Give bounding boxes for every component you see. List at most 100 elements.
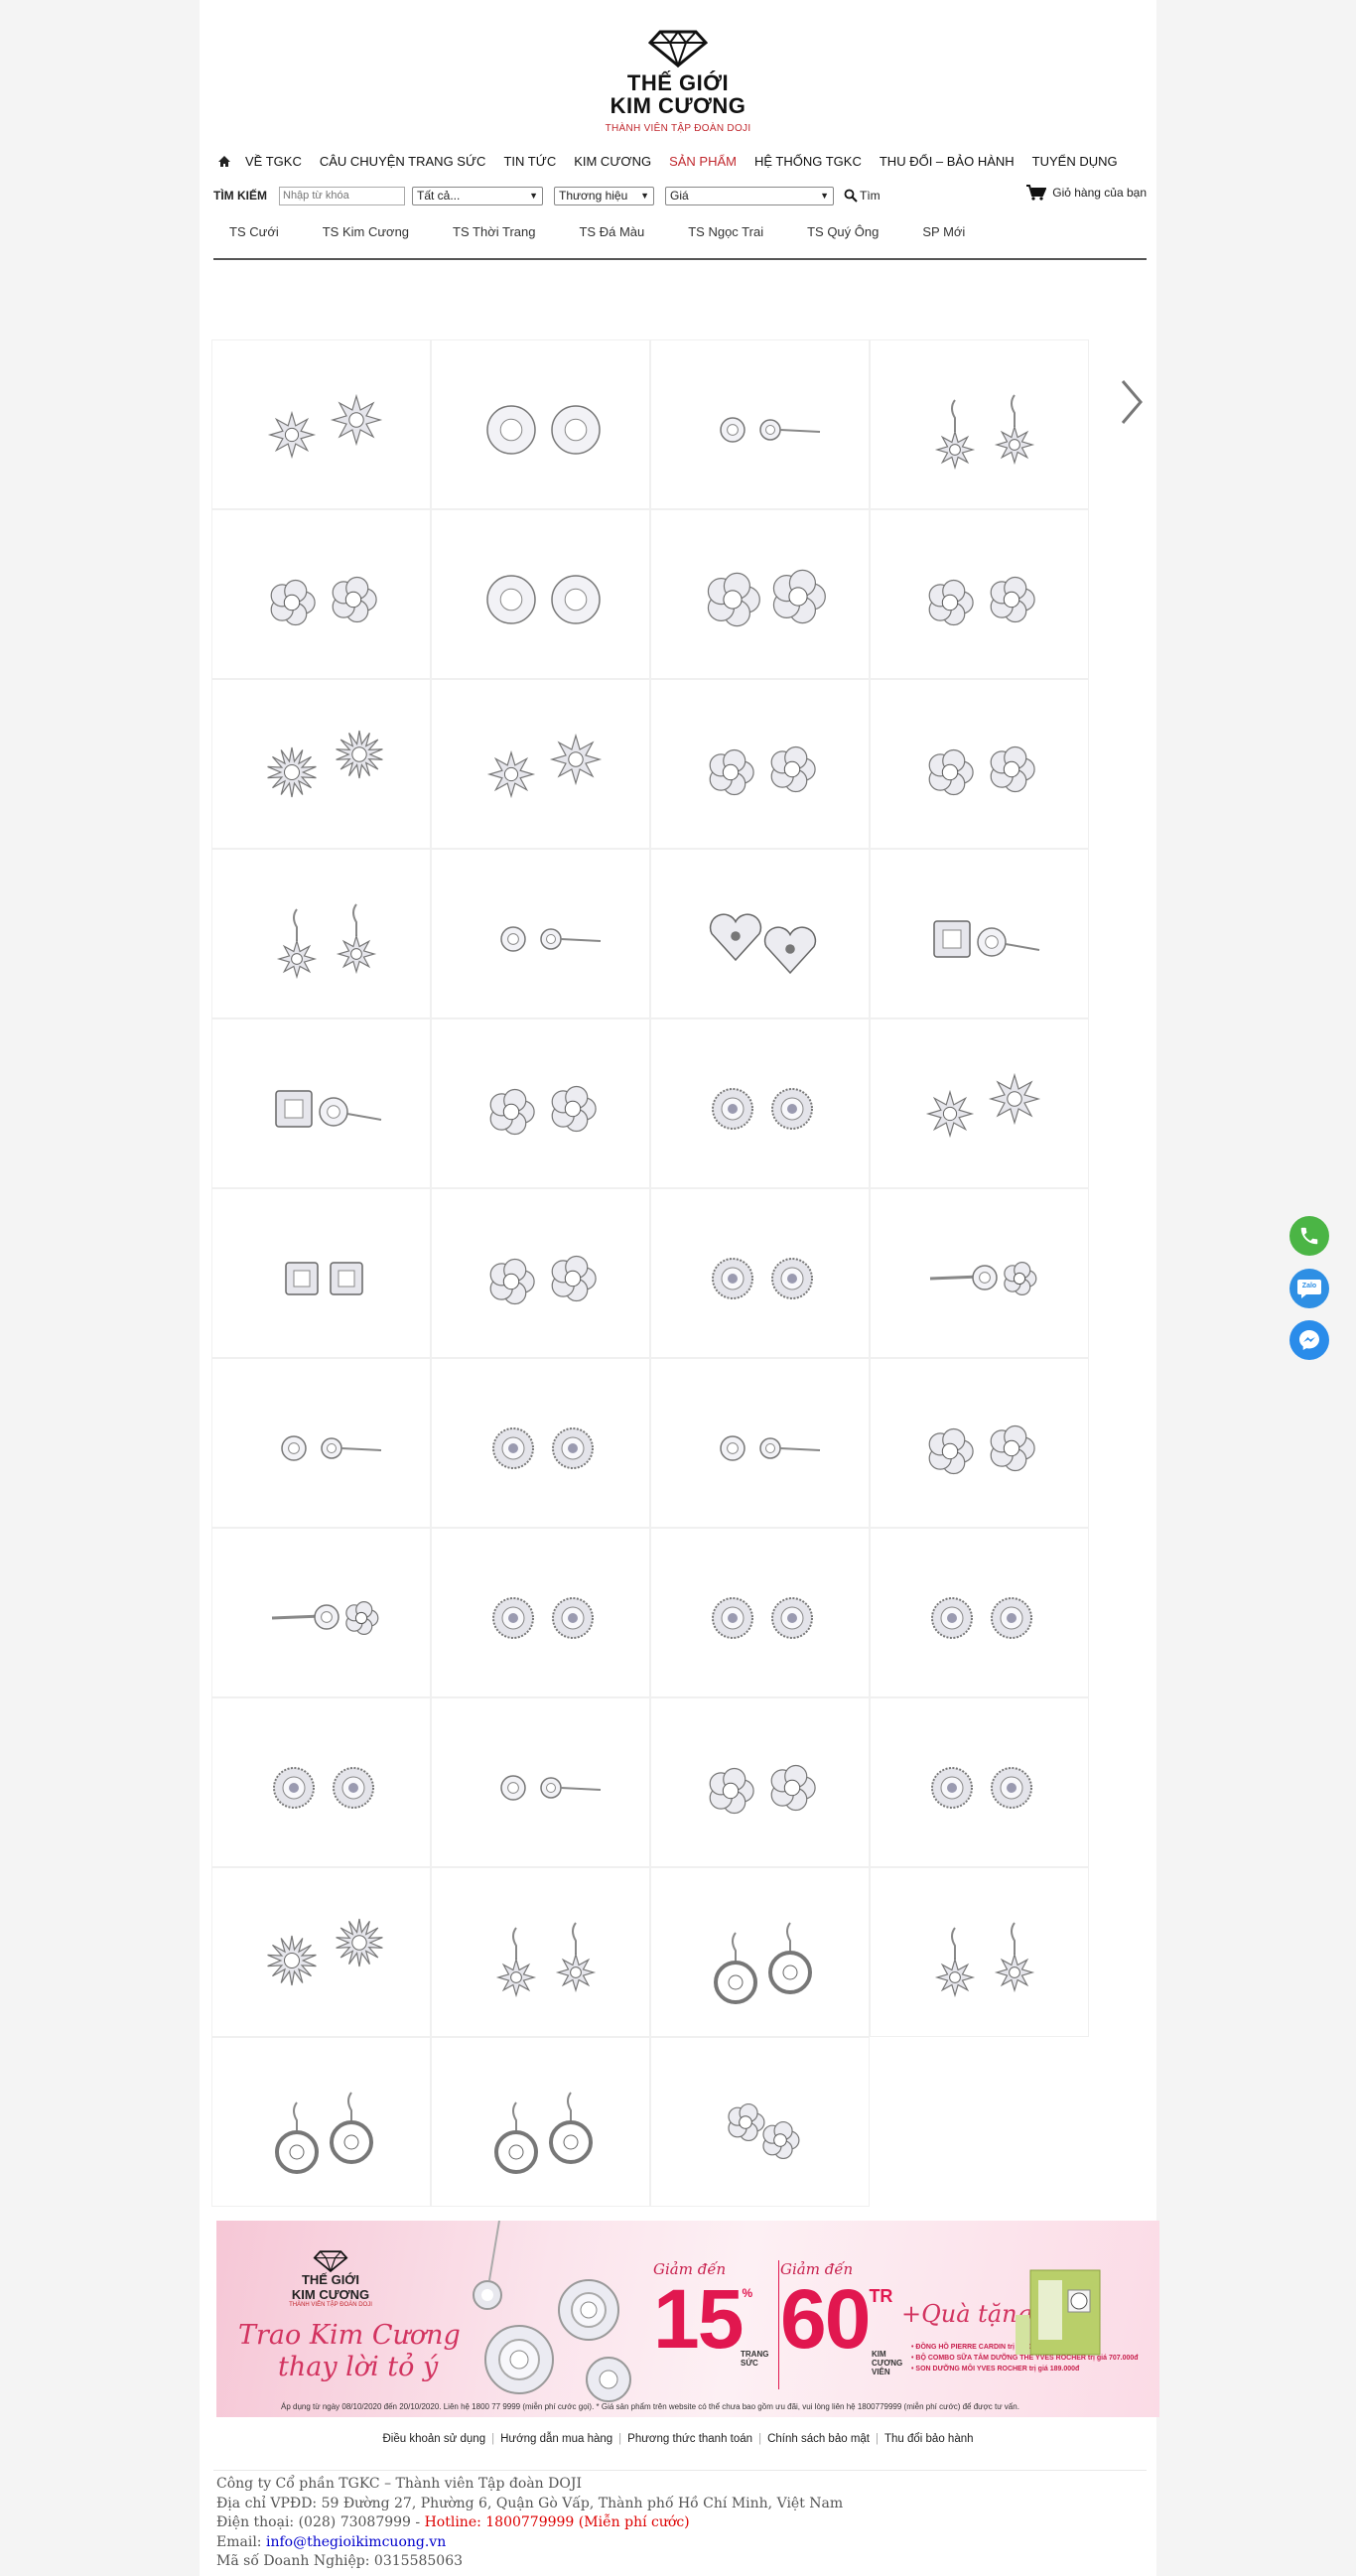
product-card[interactable] (211, 1188, 431, 1358)
product-card[interactable] (431, 509, 650, 679)
product-card[interactable] (431, 849, 650, 1018)
nav-item-jewelry-stories[interactable]: CÂU CHUYỆN TRANG SỨC (320, 154, 486, 169)
tab-fashion-jewelry[interactable]: TS Thời Trang (453, 224, 535, 255)
banner-note: Áp dụng từ ngày 08/10/2020 đến 20/10/202… (281, 2402, 1019, 2411)
product-card[interactable] (650, 2037, 870, 2207)
product-card[interactable] (211, 1697, 431, 1867)
product-card[interactable] (870, 849, 1089, 1018)
earring-image (485, 404, 601, 455)
email-link[interactable]: info@thegioikimcuong.vn (266, 2534, 446, 2550)
product-card[interactable] (211, 1358, 431, 1528)
nav-item-store-system[interactable]: HỆ THỐNG TGKC (754, 154, 862, 169)
product-grid (211, 339, 1090, 2207)
promo-banner[interactable]: THẾ GIỚI KIM CƯƠNG THÀNH VIÊN TẬP ĐOÀN D… (216, 2221, 1159, 2417)
product-card[interactable] (870, 1697, 1089, 1867)
product-card[interactable] (211, 1528, 431, 1697)
logo-line1: THẾ GIỚI (626, 70, 730, 95)
hotline[interactable]: Hotline: 1800779999 (Miễn phí cước) (425, 2514, 690, 2530)
footer-company-info: Công ty Cổ phần TGKC – Thành viên Tập đo… (216, 2475, 843, 2572)
earring-image (274, 1089, 381, 1128)
earring-image (930, 1596, 1032, 1639)
product-card[interactable] (870, 1188, 1089, 1358)
product-card[interactable] (650, 1697, 870, 1867)
tab-wedding-jewelry[interactable]: TS Cưới (229, 224, 279, 255)
earring-image (284, 1261, 363, 1295)
product-card[interactable] (211, 339, 431, 509)
product-card[interactable] (211, 679, 431, 849)
home-icon[interactable] (217, 153, 233, 169)
product-card[interactable] (650, 1018, 870, 1188)
site-logo[interactable]: THẾ GIỚI KIM CƯƠNG THÀNH VIÊN TẬP ĐOÀN D… (200, 30, 1156, 134)
search-input[interactable] (279, 186, 405, 205)
earring-image (499, 925, 601, 952)
product-card[interactable] (431, 1188, 650, 1358)
messenger-button[interactable] (1289, 1320, 1329, 1360)
earring-image (727, 2102, 799, 2159)
price-select-value: Giá (670, 189, 689, 203)
product-card[interactable] (211, 1018, 431, 1188)
earring-image (934, 1921, 1034, 1997)
product-card[interactable] (211, 1867, 431, 2037)
price-select[interactable]: Giá ▼ (665, 186, 834, 205)
tab-diamond-jewelry[interactable]: TS Kim Cương (323, 224, 409, 255)
earring-image (495, 1921, 596, 1997)
tab-new-products[interactable]: SP Mới (922, 224, 965, 255)
product-card[interactable] (431, 1867, 650, 2037)
tab-men-jewelry[interactable]: TS Quý Ông (807, 224, 879, 255)
category-select[interactable]: Tất cả... ▼ (412, 186, 543, 205)
product-card[interactable] (650, 1188, 870, 1358)
nav-item-products[interactable]: SẢN PHẨM (669, 154, 737, 169)
earring-image (928, 746, 1035, 795)
footer-link-buying-guide[interactable]: Hướng dẫn mua hàng (500, 2433, 612, 2445)
product-card[interactable] (870, 1528, 1089, 1697)
discount-diamond: Giảm đến 60TR KIM CƯƠNG VIÊN (780, 2260, 902, 2376)
product-card[interactable] (211, 509, 431, 679)
footer-link-payment[interactable]: Phương thức thanh toán (627, 2433, 752, 2445)
product-card[interactable] (650, 1528, 870, 1697)
product-card[interactable] (650, 849, 870, 1018)
earring-image (486, 733, 602, 798)
cart-link[interactable]: Giỏ hàng của bạn (1026, 185, 1147, 201)
nav-item-careers[interactable]: TUYỂN DỤNG (1032, 154, 1118, 169)
product-card[interactable] (431, 339, 650, 509)
banner-logo-line1: THẾ GIỚI (301, 2272, 360, 2287)
call-button[interactable] (1289, 1216, 1329, 1256)
product-card[interactable] (431, 1018, 650, 1188)
product-card[interactable] (870, 679, 1089, 849)
product-card[interactable] (870, 1867, 1089, 2037)
product-card[interactable] (650, 1358, 870, 1528)
earring-image (267, 393, 382, 459)
nav-item-news[interactable]: TIN TỨC (503, 154, 556, 169)
product-card[interactable] (431, 1697, 650, 1867)
footer-link-warranty[interactable]: Thu đổi bảo hành (884, 2433, 974, 2445)
brand-select[interactable]: Thương hiệu ▼ (554, 186, 654, 205)
product-card[interactable] (650, 339, 870, 509)
footer-link-privacy[interactable]: Chính sách bảo mật (767, 2433, 870, 2445)
product-card[interactable] (870, 1358, 1089, 1528)
nav-item-diamond[interactable]: KIM CƯƠNG (574, 154, 651, 169)
product-card[interactable] (431, 2037, 650, 2207)
chevron-down-icon: ▼ (640, 191, 649, 201)
product-card[interactable] (650, 1867, 870, 2037)
search-button[interactable]: Tìm (844, 189, 881, 203)
cart-icon (1026, 185, 1047, 201)
product-card[interactable] (870, 509, 1089, 679)
nav-item-about[interactable]: VỀ TGKC (245, 154, 302, 169)
product-card[interactable] (870, 339, 1089, 509)
nav-item-exchange-warranty[interactable]: THU ĐỔI – BẢO HÀNH (880, 154, 1015, 169)
product-card[interactable] (650, 679, 870, 849)
tab-gemstone-jewelry[interactable]: TS Đá Màu (579, 224, 644, 255)
product-card[interactable] (431, 1528, 650, 1697)
product-card[interactable] (431, 1358, 650, 1528)
product-card[interactable] (211, 2037, 431, 2207)
earring-image (930, 1766, 1032, 1809)
product-card[interactable] (650, 509, 870, 679)
product-card[interactable] (211, 849, 431, 1018)
product-card[interactable] (870, 1018, 1089, 1188)
earring-image (925, 1072, 1040, 1138)
zalo-button[interactable]: Zalo (1289, 1269, 1329, 1308)
footer-link-terms[interactable]: Điều khoản sử dụng (382, 2433, 485, 2445)
next-arrow[interactable] (1117, 377, 1147, 427)
product-card[interactable] (431, 679, 650, 849)
tab-pearl-jewelry[interactable]: TS Ngọc Trai (688, 224, 763, 255)
